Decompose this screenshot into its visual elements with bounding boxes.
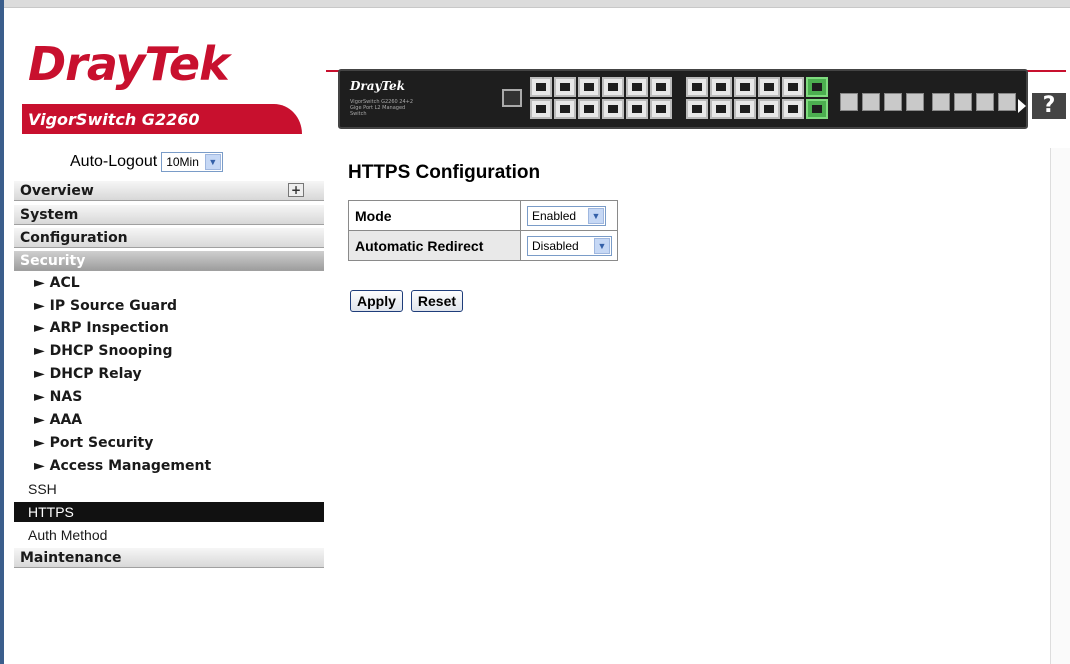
- switch-subtitle: VigorSwitch G2260 24+2 Gige Port L2 Mana…: [350, 99, 414, 117]
- port: [650, 77, 672, 97]
- automatic-redirect-select[interactable]: Disabled ▼: [527, 235, 612, 256]
- brand-logo: DrayTek: [28, 37, 230, 91]
- port: [602, 99, 624, 119]
- auto-logout-select[interactable]: 10Min ▼: [161, 152, 223, 172]
- nav-configuration-label: Configuration: [20, 230, 128, 246]
- nav-item-port-security[interactable]: ► Port Security: [34, 433, 153, 453]
- auto-logout-value: 10Min: [166, 155, 199, 169]
- nav-item-ssh[interactable]: SSH: [28, 479, 57, 499]
- apply-button[interactable]: Apply: [350, 290, 403, 312]
- auto-logout: Auto-Logout 10Min ▼: [70, 152, 223, 172]
- mode-cell: Enabled ▼: [520, 200, 618, 231]
- nav-item-dhcp-relay[interactable]: ► DHCP Relay: [34, 364, 142, 384]
- sfp-slot: [906, 93, 924, 111]
- port: [782, 77, 804, 97]
- nav-maintenance[interactable]: Maintenance: [14, 548, 324, 568]
- port: [734, 77, 756, 97]
- port: [554, 77, 576, 97]
- expand-plus-icon[interactable]: +: [288, 183, 304, 197]
- nav-overview[interactable]: Overview +: [14, 181, 324, 201]
- nav-system-label: System: [20, 207, 79, 223]
- port: [602, 77, 624, 97]
- port: [530, 77, 552, 97]
- port: [650, 99, 672, 119]
- form-buttons: Apply Reset: [350, 290, 464, 312]
- help-icon[interactable]: ?: [1032, 93, 1066, 119]
- table-row: Automatic Redirect Disabled ▼: [348, 230, 618, 261]
- nav-overview-label: Overview: [20, 183, 94, 199]
- sfp-slot: [884, 93, 902, 111]
- port: [626, 77, 648, 97]
- nav-item-auth-method[interactable]: Auth Method: [28, 525, 107, 545]
- header: DrayTek VigorSwitch G2260 DrayTek VigorS…: [4, 30, 1070, 140]
- app-window: DrayTek VigorSwitch G2260 DrayTek VigorS…: [0, 0, 1070, 664]
- sfp-slot: [862, 93, 880, 111]
- chevron-down-icon: ▼: [204, 154, 221, 170]
- nav-security-label: Security: [20, 253, 86, 269]
- nav-configuration[interactable]: Configuration: [14, 228, 324, 248]
- port: [758, 77, 780, 97]
- nav-item-acl[interactable]: ► ACL: [34, 273, 80, 293]
- nav-item-aaa[interactable]: ► AAA: [34, 410, 82, 430]
- auto-logout-label: Auto-Logout: [70, 153, 158, 170]
- window-top-bar: [0, 0, 1070, 8]
- sfp-group-1: [840, 93, 924, 111]
- nav-item-nas[interactable]: ► NAS: [34, 387, 82, 407]
- nav-item-arp-inspection[interactable]: ► ARP Inspection: [34, 318, 169, 338]
- automatic-redirect-value: Disabled: [532, 238, 579, 253]
- chevron-down-icon: ▼: [588, 207, 604, 224]
- sfp-slot: [954, 93, 972, 111]
- port-active: [806, 99, 828, 119]
- console-port: [502, 89, 522, 107]
- port: [710, 99, 732, 119]
- port: [530, 99, 552, 119]
- reset-button[interactable]: Reset: [410, 290, 464, 312]
- sfp-slot: [932, 93, 950, 111]
- page-title: HTTPS Configuration: [348, 162, 541, 183]
- port: [734, 99, 756, 119]
- nav-item-https-label: HTTPS: [28, 504, 74, 520]
- sfp-group-2: [932, 93, 1016, 111]
- nav-security[interactable]: Security: [14, 251, 324, 271]
- sfp-slot: [976, 93, 994, 111]
- switch-brand: DrayTek: [350, 79, 405, 93]
- port: [686, 77, 708, 97]
- help-button[interactable]: ?: [1018, 93, 1066, 119]
- nav-item-https[interactable]: HTTPS: [14, 502, 324, 522]
- nav-system[interactable]: System: [14, 205, 324, 225]
- sfp-slot: [840, 93, 858, 111]
- chevron-down-icon: ▼: [594, 237, 610, 254]
- nav-item-dhcp-snooping[interactable]: ► DHCP Snooping: [34, 341, 172, 361]
- mode-select[interactable]: Enabled ▼: [527, 205, 606, 226]
- nav-item-ip-source-guard[interactable]: ► IP Source Guard: [34, 296, 177, 316]
- port-active: [806, 77, 828, 97]
- mode-label: Mode: [348, 200, 521, 231]
- nav-item-access-management[interactable]: ► Access Management: [34, 456, 211, 476]
- port: [710, 77, 732, 97]
- port: [578, 99, 600, 119]
- port: [554, 99, 576, 119]
- arrow-right-icon: [1018, 99, 1026, 113]
- table-row: Mode Enabled ▼: [348, 200, 618, 231]
- model-name: VigorSwitch G2260: [28, 110, 200, 129]
- port: [626, 99, 648, 119]
- nav-maintenance-label: Maintenance: [20, 550, 122, 566]
- port: [782, 99, 804, 119]
- port-group-1: [530, 77, 672, 119]
- switch-front-panel: DrayTek VigorSwitch G2260 24+2 Gige Port…: [338, 69, 1028, 129]
- scrollbar-area: [1050, 148, 1070, 664]
- automatic-redirect-label: Automatic Redirect: [348, 230, 521, 261]
- sfp-slot: [998, 93, 1016, 111]
- port: [686, 99, 708, 119]
- redirect-cell: Disabled ▼: [520, 230, 618, 261]
- mode-value: Enabled: [532, 208, 577, 223]
- port-group-2: [686, 77, 828, 119]
- https-config-table: Mode Enabled ▼ Automatic Redirect Disabl…: [348, 200, 618, 261]
- port: [578, 77, 600, 97]
- port: [758, 99, 780, 119]
